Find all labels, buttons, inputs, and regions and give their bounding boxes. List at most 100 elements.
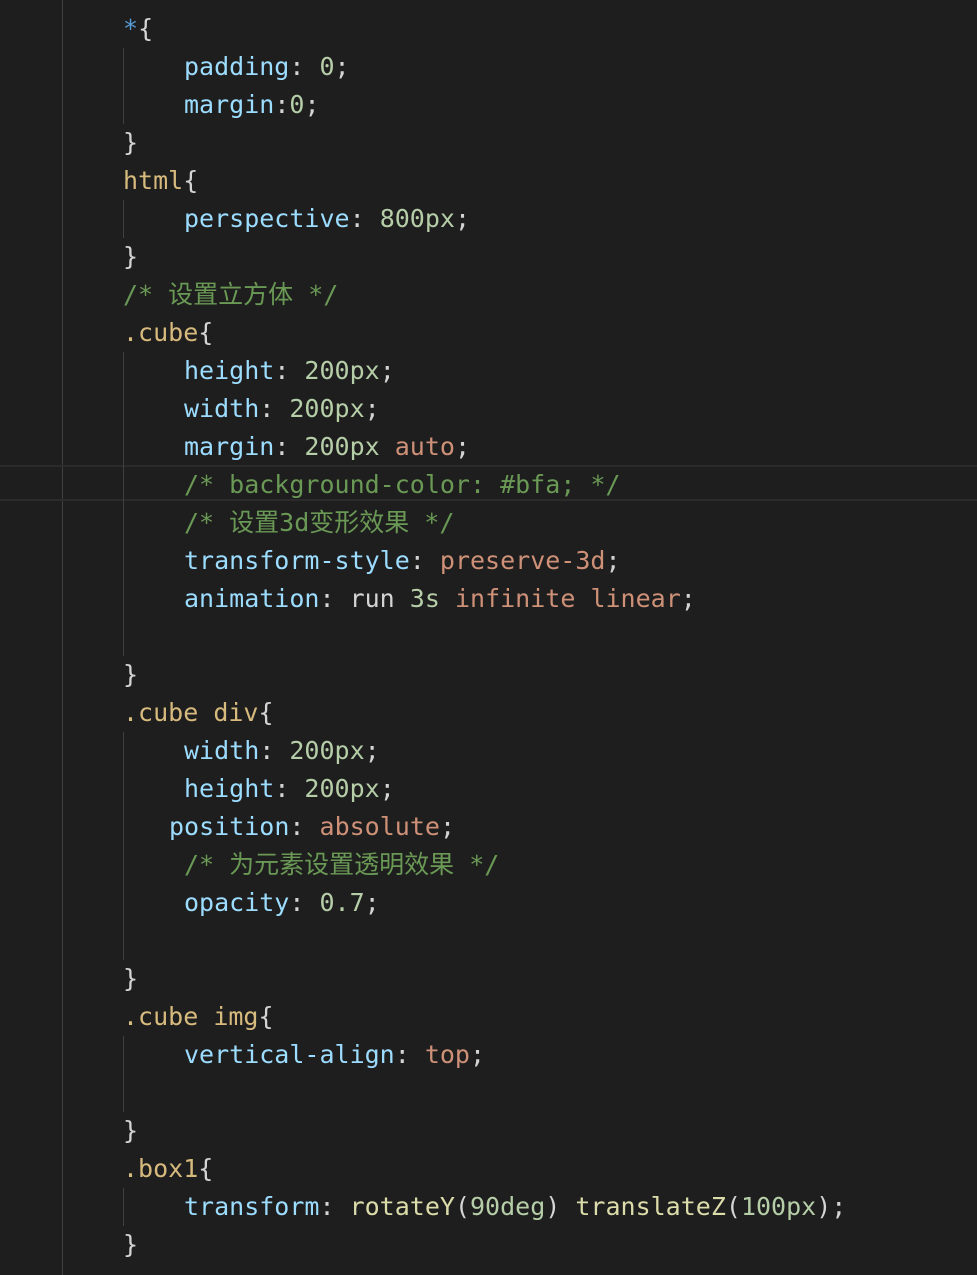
code-token: width <box>184 736 260 765</box>
code-token: ; <box>469 1040 486 1069</box>
code-token: .cube <box>123 1002 199 1031</box>
indent-guide <box>123 1036 124 1112</box>
code-token: : <box>274 774 305 803</box>
code-line[interactable]: } <box>123 960 138 998</box>
code-line[interactable]: margin:0; <box>184 86 320 124</box>
code-token: translateZ <box>575 1192 726 1221</box>
code-line[interactable]: opacity: 0.7; <box>184 884 380 922</box>
code-token: ) <box>545 1192 576 1221</box>
code-token: : <box>349 204 380 233</box>
code-token: 200px <box>289 736 365 765</box>
code-token: infinite <box>454 584 576 613</box>
code-token: : <box>394 1040 425 1069</box>
code-line[interactable]: } <box>123 238 138 276</box>
code-token: transform <box>184 1192 320 1221</box>
code-token: } <box>123 128 139 157</box>
code-token: ; <box>680 584 696 613</box>
code-token: ; <box>364 394 380 423</box>
code-token: top <box>424 1040 470 1069</box>
code-line[interactable]: } <box>123 124 138 162</box>
code-token: ); <box>816 1192 847 1221</box>
code-token: : <box>274 90 290 119</box>
code-token: ; <box>304 90 320 119</box>
code-line[interactable]: width: 200px; <box>184 732 380 770</box>
code-line[interactable]: /* 为元素设置透明效果 */ <box>184 846 499 884</box>
code-line[interactable]: .cube{ <box>123 314 213 352</box>
code-token: .box1 <box>123 1154 199 1183</box>
code-token: : <box>319 1192 350 1221</box>
code-token: 200px <box>304 356 380 385</box>
code-token: } <box>123 964 139 993</box>
code-line[interactable]: } <box>123 1226 138 1264</box>
code-token: height <box>184 356 275 385</box>
code-token: preserve-3d <box>439 546 606 575</box>
code-line[interactable]: /* background-color: #bfa; */ <box>184 466 621 504</box>
code-token: .cube <box>123 698 199 727</box>
indent-guide-outer <box>62 0 63 1275</box>
code-token: padding <box>184 52 290 81</box>
code-line[interactable]: height: 200px; <box>184 770 395 808</box>
code-token: 200px <box>289 394 365 423</box>
code-token: .cube <box>123 318 199 347</box>
code-token: /* 设置立方体 */ <box>123 280 339 309</box>
code-token: width <box>184 394 260 423</box>
code-token: run <box>349 584 395 613</box>
code-line[interactable]: height: 200px; <box>184 352 395 390</box>
code-line[interactable]: perspective: 800px; <box>184 200 470 238</box>
code-line[interactable]: /* 设置3d变形效果 */ <box>184 504 454 542</box>
code-token: } <box>123 660 139 689</box>
code-token: { <box>198 318 214 347</box>
indent-guide <box>123 352 124 656</box>
code-line[interactable]: margin: 200px auto; <box>184 428 470 466</box>
code-token: html <box>123 166 184 195</box>
code-line[interactable]: vertical-align: top; <box>184 1036 485 1074</box>
code-token: height <box>184 774 275 803</box>
code-token: { <box>138 14 154 43</box>
code-line[interactable]: html{ <box>123 162 198 200</box>
code-token: auto <box>394 432 455 461</box>
code-line[interactable]: .box1{ <box>123 1150 213 1188</box>
code-line[interactable]: } <box>123 1112 138 1150</box>
code-token: : <box>409 546 440 575</box>
code-token: } <box>123 1116 139 1145</box>
code-token: margin <box>184 90 275 119</box>
code-token: : <box>259 394 290 423</box>
code-token: : <box>289 812 320 841</box>
code-editor[interactable]: *{padding: 0; margin:0;} html{perspective:… <box>0 0 977 1275</box>
code-token: ; <box>454 204 471 233</box>
code-token: 0.7 <box>319 888 365 917</box>
code-token: 0 <box>289 90 305 119</box>
code-token: { <box>258 1002 274 1031</box>
code-line[interactable]: position: absolute; <box>169 808 455 846</box>
code-line[interactable]: padding: 0; <box>184 48 350 86</box>
code-line[interactable]: animation: run 3s infinite linear; <box>184 580 696 618</box>
code-token: 100px <box>740 1192 817 1221</box>
code-token: ; <box>454 432 471 461</box>
code-token: transform-style <box>184 546 410 575</box>
code-line[interactable]: /* 设置立方体 */ <box>123 276 338 314</box>
code-token: : <box>289 888 320 917</box>
code-line[interactable]: *{ <box>123 10 153 48</box>
code-line[interactable]: transform-style: preserve-3d; <box>184 542 621 580</box>
code-line[interactable]: } <box>123 656 138 694</box>
code-token: img <box>213 1002 259 1031</box>
code-token: : <box>289 52 320 81</box>
code-token: { <box>183 166 199 195</box>
code-line[interactable]: .cube img{ <box>123 998 274 1036</box>
code-line[interactable]: transform: rotateY(90deg) translateZ(100… <box>184 1188 846 1226</box>
code-token: 800px <box>379 204 455 233</box>
code-token: ; <box>364 888 380 917</box>
code-token: ; <box>379 356 395 385</box>
indent-guide <box>123 200 124 238</box>
code-token: * <box>123 14 139 43</box>
code-token: 90deg <box>470 1192 546 1221</box>
code-token: position <box>169 812 290 841</box>
code-line[interactable]: .cube div{ <box>123 694 274 732</box>
code-token: opacity <box>184 888 290 917</box>
code-line[interactable]: width: 200px; <box>184 390 380 428</box>
code-token: ; <box>379 774 395 803</box>
